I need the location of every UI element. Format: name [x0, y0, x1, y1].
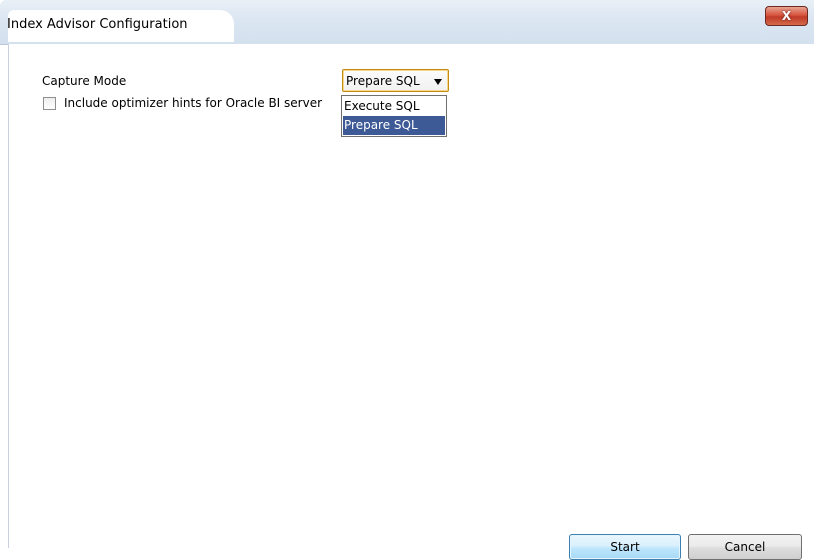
include-hints-checkbox[interactable]	[43, 97, 56, 110]
dialog-content: Capture Mode Include optimizer hints for…	[8, 44, 814, 560]
include-hints-label[interactable]: Include optimizer hints for Oracle BI se…	[64, 96, 322, 110]
chevron-down-icon	[434, 79, 442, 85]
capture-mode-label: Capture Mode	[42, 74, 127, 88]
window-title: Index Advisor Configuration	[7, 17, 188, 32]
dialog-window: Index Advisor Configuration X Capture Mo…	[0, 0, 814, 560]
close-button[interactable]: X	[765, 6, 808, 26]
capture-mode-dropdown-list: Execute SQL Prepare SQL	[341, 95, 447, 137]
capture-mode-selected-value: Prepare SQL	[346, 74, 420, 88]
cancel-button[interactable]: Cancel	[688, 534, 802, 560]
title-bar[interactable]: Index Advisor Configuration X	[0, 0, 814, 45]
capture-mode-option-prepare-sql[interactable]: Prepare SQL	[343, 116, 445, 135]
capture-mode-option-execute-sql[interactable]: Execute SQL	[343, 97, 445, 116]
start-button[interactable]: Start	[569, 534, 681, 560]
close-icon: X	[781, 9, 792, 23]
capture-mode-select[interactable]: Prepare SQL	[342, 69, 449, 92]
